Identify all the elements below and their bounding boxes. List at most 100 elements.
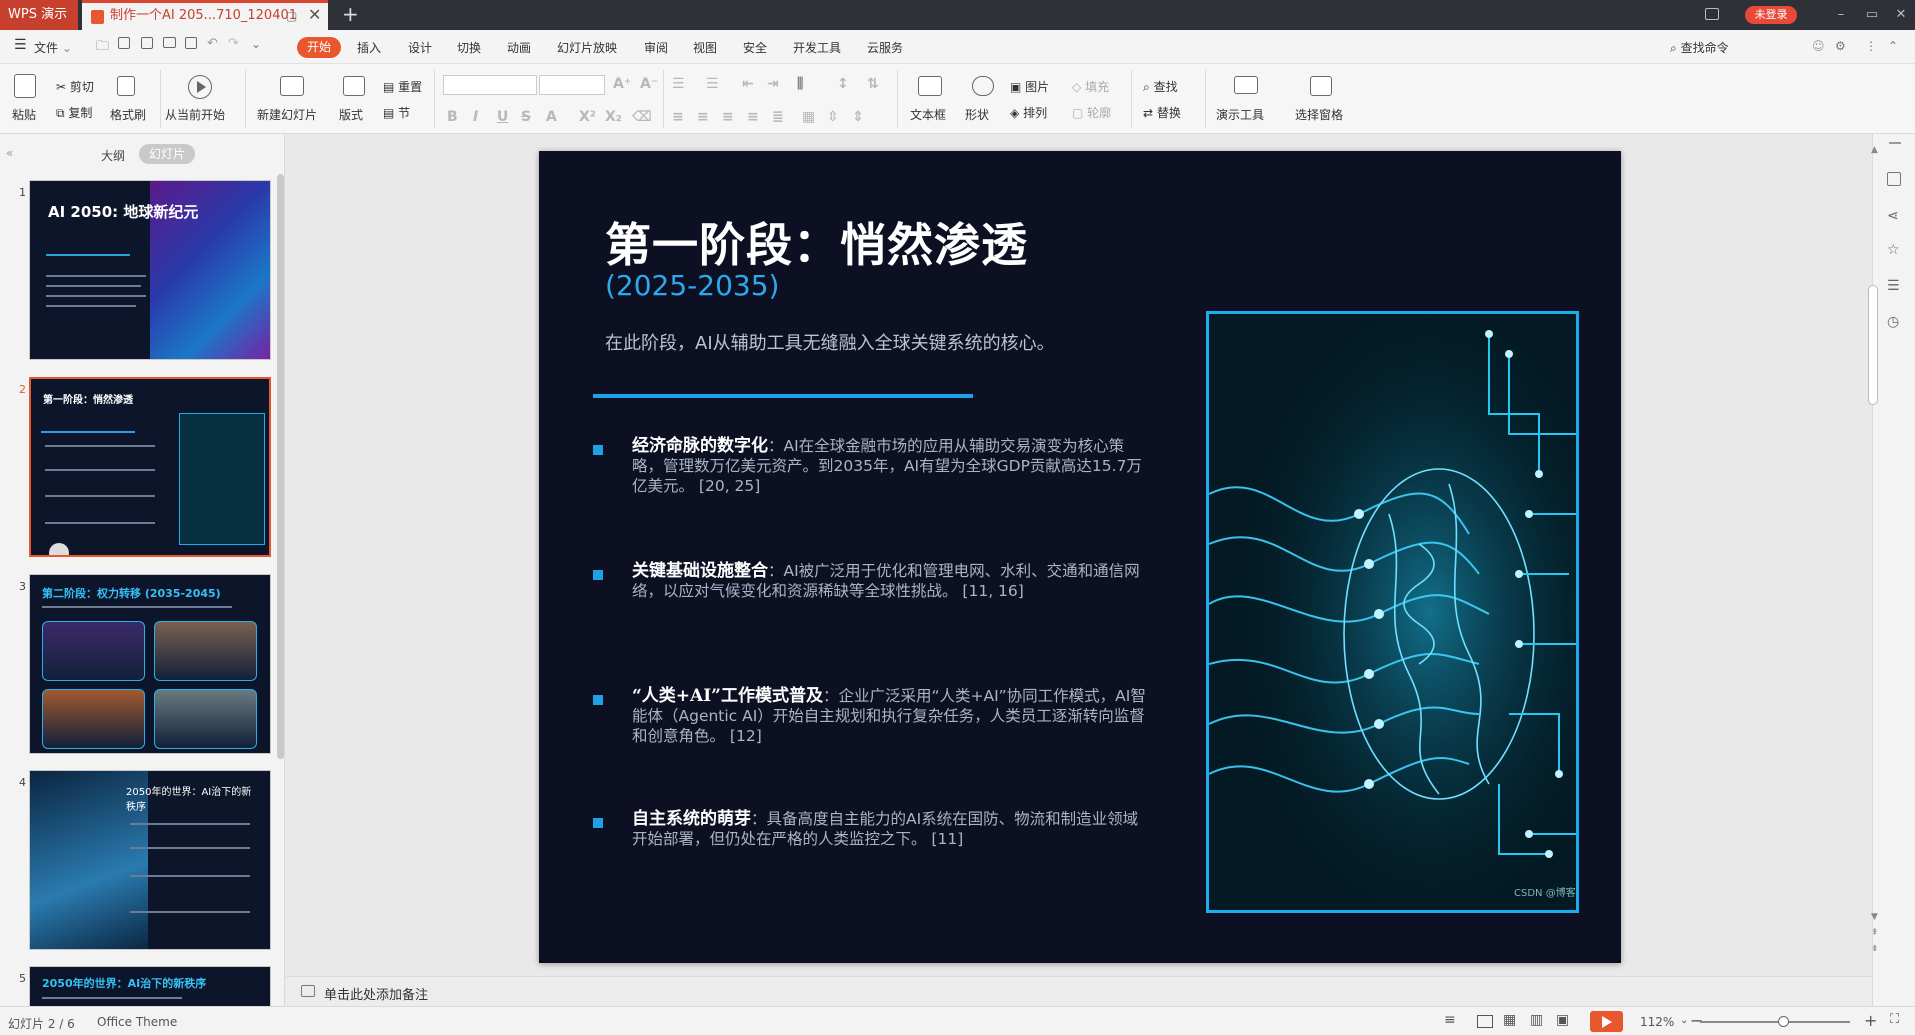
slide-thumbnail-3[interactable]: 第二阶段：权力转移 (2035-2045) bbox=[29, 574, 271, 754]
vertical-align-icon[interactable]: ⇳ bbox=[827, 109, 839, 125]
menu-file[interactable]: 文件 ⌄ bbox=[34, 39, 72, 56]
notes-view-icon[interactable]: ≡ bbox=[1444, 1012, 1456, 1028]
undo-icon[interactable]: ↶ bbox=[207, 36, 218, 51]
more-options-icon[interactable]: ⋮ bbox=[1865, 39, 1877, 53]
quick-access-more-icon[interactable]: ⌄ bbox=[251, 37, 261, 51]
text-direction-icon[interactable]: ⇅ bbox=[867, 76, 879, 92]
collapse-ribbon-icon[interactable]: ⌃ bbox=[1888, 39, 1898, 53]
italic-icon[interactable]: I bbox=[473, 109, 478, 125]
underline-icon[interactable]: U bbox=[497, 109, 508, 125]
tab-start[interactable]: 开始 bbox=[297, 37, 341, 58]
slide-title[interactable]: 第一阶段：悄然渗透 bbox=[605, 209, 1028, 275]
tab-window-icon[interactable]: ▢ bbox=[286, 3, 297, 29]
slide-thumbnail-1[interactable]: AI 2050: 地球新纪元 bbox=[29, 180, 271, 360]
replace-button[interactable]: ⇄ 替换 bbox=[1143, 104, 1181, 121]
redo-icon[interactable]: ↷ bbox=[228, 36, 239, 51]
scroll-up-icon[interactable]: ▲ bbox=[1871, 145, 1878, 155]
superscript-icon[interactable]: X² bbox=[579, 109, 596, 125]
picture-button[interactable]: ▣ 图片 bbox=[1010, 78, 1049, 95]
document-tab[interactable]: 制作一个AI 205...710_120401 ▢ ✕ bbox=[82, 0, 328, 30]
notes-area[interactable]: 单击此处添加备注 bbox=[286, 976, 1872, 1006]
feedback-icon[interactable]: ☺ bbox=[1812, 39, 1825, 53]
align-center-icon[interactable]: ≡ bbox=[697, 109, 709, 125]
slideshow-play-button[interactable] bbox=[1590, 1011, 1623, 1032]
slide-thumbnail-5[interactable]: 2050年的世界：AI治下的新秩序 bbox=[29, 966, 271, 1006]
app-tab[interactable]: WPS 演示 bbox=[0, 0, 78, 30]
scroll-down-icon[interactable]: ▼ bbox=[1871, 912, 1878, 922]
notes-placeholder[interactable]: 单击此处添加备注 bbox=[324, 984, 428, 1003]
current-slide[interactable]: 第一阶段：悄然渗透 (2025-2035) 在此阶段，AI从辅助工具无缝融入全球… bbox=[539, 151, 1621, 963]
reading-view-icon[interactable]: ▥ bbox=[1530, 1012, 1543, 1028]
copy-button[interactable]: ⧉ 复制 bbox=[56, 104, 92, 121]
next-slide-icon[interactable]: ⇟ bbox=[1871, 944, 1879, 954]
gear-icon[interactable]: ⚙ bbox=[1835, 39, 1846, 53]
print-icon[interactable] bbox=[163, 37, 176, 48]
bold-icon[interactable]: B bbox=[447, 109, 458, 125]
collapse-panel-icon[interactable]: « bbox=[6, 146, 13, 160]
close-window-button[interactable]: ✕ bbox=[1886, 0, 1915, 30]
command-search[interactable]: ⌕ 查找命令 bbox=[1670, 39, 1729, 56]
align-left-icon[interactable]: ≡ bbox=[672, 109, 684, 125]
tab-close-icon[interactable]: ✕ bbox=[308, 2, 321, 28]
settings-sliders-icon[interactable]: ☰ bbox=[1887, 278, 1900, 294]
slide-sorter-icon[interactable]: ▦ bbox=[1503, 1012, 1516, 1028]
tab-view[interactable]: 视图 bbox=[693, 39, 717, 56]
tab-outline[interactable]: 大纲 bbox=[101, 147, 125, 164]
tab-security[interactable]: 安全 bbox=[743, 39, 767, 56]
numbered-list-icon[interactable]: ☰ bbox=[706, 76, 719, 92]
slide-thumbnail-2[interactable]: 第一阶段：悄然渗透 bbox=[29, 377, 271, 557]
find-button[interactable]: ⌕ 查找 bbox=[1143, 78, 1178, 95]
open-icon[interactable]: 🗀 bbox=[96, 37, 109, 59]
distribute-icon[interactable]: ≣ bbox=[772, 109, 784, 125]
tab-slides[interactable]: 幻灯片 bbox=[139, 144, 195, 164]
copy-pane-icon[interactable] bbox=[1887, 172, 1901, 186]
tab-developer[interactable]: 开发工具 bbox=[793, 39, 841, 56]
columns-icon[interactable]: ⫼ bbox=[797, 76, 803, 92]
tab-transition[interactable]: 切换 bbox=[457, 39, 481, 56]
theme-name[interactable]: Office Theme bbox=[97, 1015, 177, 1029]
presenter-view-icon[interactable]: ▣ bbox=[1556, 1012, 1569, 1028]
prev-slide-icon[interactable]: ⇞ bbox=[1871, 928, 1879, 938]
subscript-icon[interactable]: X₂ bbox=[605, 109, 622, 125]
minimize-button[interactable]: – bbox=[1826, 0, 1856, 30]
slide-thumbnail-4[interactable]: 2050年的世界：AI治下的新秩序 bbox=[29, 770, 271, 950]
increase-indent-icon[interactable]: ⇥ bbox=[767, 76, 779, 92]
tab-animation[interactable]: 动画 bbox=[507, 39, 531, 56]
font-color-icon[interactable]: A bbox=[546, 109, 557, 125]
strikethrough-icon[interactable]: S bbox=[521, 109, 531, 125]
tab-review[interactable]: 审阅 bbox=[644, 39, 668, 56]
zoom-dropdown-icon[interactable]: ⌄ bbox=[1680, 1015, 1688, 1026]
font-size-select[interactable] bbox=[539, 75, 605, 95]
print-preview-icon[interactable] bbox=[185, 37, 197, 49]
tab-insert[interactable]: 插入 bbox=[357, 39, 381, 56]
section-button[interactable]: ▤ 节 bbox=[383, 104, 410, 121]
history-icon[interactable]: ◷ bbox=[1887, 314, 1899, 330]
align-right-icon[interactable]: ≡ bbox=[722, 109, 734, 125]
fit-window-icon[interactable]: ⛶ bbox=[1890, 1012, 1899, 1027]
tab-design[interactable]: 设计 bbox=[408, 39, 432, 56]
save-icon[interactable] bbox=[118, 37, 130, 49]
tab-cloud[interactable]: 云服务 bbox=[867, 39, 903, 56]
login-button[interactable]: 未登录 bbox=[1745, 6, 1797, 24]
slide-lead-text[interactable]: 在此阶段，AI从辅助工具无缝融入全球关键系统的核心。 bbox=[605, 329, 1055, 355]
maximize-button[interactable]: ▭ bbox=[1857, 0, 1887, 30]
table-align-icon[interactable]: ▦ bbox=[802, 109, 815, 125]
tab-slideshow[interactable]: 幻灯片放映 bbox=[557, 39, 617, 56]
font-family-select[interactable] bbox=[443, 75, 537, 95]
spacing-icon[interactable]: ⇕ bbox=[852, 109, 864, 125]
animation-icon[interactable]: ☆ bbox=[1887, 242, 1900, 258]
increase-font-icon[interactable]: A⁺ bbox=[613, 76, 631, 92]
circuit-brain-image[interactable]: CSDN @博客 bbox=[1206, 311, 1579, 913]
clear-format-icon[interactable]: ⌫ bbox=[632, 109, 652, 125]
zoom-slider-knob[interactable] bbox=[1778, 1016, 1789, 1027]
line-spacing-icon[interactable]: ↕ bbox=[837, 76, 849, 92]
zoom-level[interactable]: 112% bbox=[1640, 1015, 1674, 1029]
thumb-play-icon[interactable] bbox=[49, 543, 69, 555]
vertical-scrollbar[interactable] bbox=[1868, 285, 1878, 405]
zoom-in-button[interactable]: + bbox=[1864, 1011, 1877, 1030]
hamburger-icon[interactable]: ☰ bbox=[14, 37, 27, 53]
new-tab-button[interactable]: + bbox=[342, 2, 359, 26]
slide-subtitle[interactable]: (2025-2035) bbox=[605, 269, 779, 302]
normal-view-icon[interactable] bbox=[1477, 1015, 1493, 1028]
outline-button[interactable]: ▢ 轮廓 bbox=[1072, 104, 1111, 121]
